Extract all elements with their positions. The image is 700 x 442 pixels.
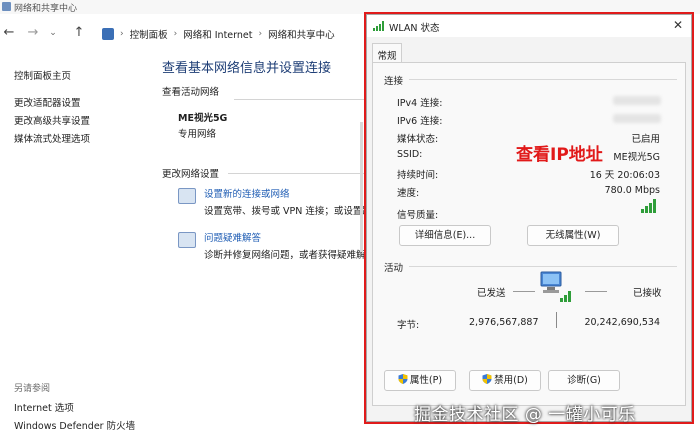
connection-group-label: 连接 xyxy=(384,76,404,87)
wireless-properties-button[interactable]: 无线属性(W) xyxy=(527,225,619,246)
breadcrumb-separator-icon[interactable]: › xyxy=(174,29,178,39)
new-connection-icon xyxy=(178,188,196,204)
sidebar-link-adapter-settings[interactable]: 更改适配器设置 xyxy=(14,95,81,109)
ssid-label: SSID: xyxy=(397,149,423,160)
new-connection-desc: 设置宽带、拨号或 VPN 连接；或设置路 xyxy=(204,206,372,217)
speed-value: 780.0 Mbps xyxy=(604,185,660,196)
admin-shield-icon xyxy=(398,374,408,384)
sidebar-link-control-panel-home[interactable]: 控制面板主页 xyxy=(14,68,71,82)
troubleshoot-desc: 诊断并修复网络问题，或者获得疑难解 xyxy=(204,250,366,261)
media-state-value: 已启用 xyxy=(631,134,660,145)
bytes-received-value: 20,242,690,534 xyxy=(584,317,660,328)
diagnose-button[interactable]: 诊断(G) xyxy=(548,370,620,391)
received-label: 已接收 xyxy=(633,288,662,299)
activity-group-label: 活动 xyxy=(384,263,404,274)
up-icon[interactable]: ↑ xyxy=(70,25,88,40)
network-name: ME视光5G xyxy=(178,113,228,124)
wifi-signal-icon xyxy=(373,21,384,31)
properties-button-label: 属性(P) xyxy=(409,375,443,386)
active-networks-label: 查看活动网络 xyxy=(162,87,220,98)
divider xyxy=(409,266,677,267)
duration-label: 持续时间: xyxy=(397,170,439,181)
control-panel-icon xyxy=(102,28,114,40)
sent-label: 已发送 xyxy=(477,288,506,299)
received-line xyxy=(585,291,607,292)
ssid-value: ME视光5G xyxy=(613,152,660,163)
scrollbar[interactable] xyxy=(360,122,363,252)
troubleshoot-link[interactable]: 问题疑难解答 xyxy=(204,230,261,244)
dialog-titlebar: WLAN 状态 ✕ xyxy=(367,15,691,37)
signal-bars-icon xyxy=(641,199,656,213)
disable-button-label: 禁用(D) xyxy=(494,375,528,386)
breadcrumb-item[interactable]: 网络和共享中心 xyxy=(268,27,335,41)
dialog-title: WLAN 状态 xyxy=(389,23,440,34)
details-button[interactable]: 详细信息(E)... xyxy=(399,225,491,246)
recent-locations-chevron-icon[interactable]: ⌄ xyxy=(44,28,62,38)
breadcrumb-separator-icon[interactable]: › xyxy=(258,29,262,39)
ipv6-label: IPv6 连接: xyxy=(397,116,443,127)
network-computer-icon xyxy=(540,271,571,302)
explorer-window-title: 网络和共享中心 xyxy=(14,4,78,14)
divider xyxy=(228,173,368,174)
bytes-sent-value: 2,976,567,887 xyxy=(469,317,539,328)
page-title: 查看基本网络信息并设置连接 xyxy=(162,61,332,76)
annotation-text: 查看IP地址 xyxy=(516,145,603,165)
signal-quality-label: 信号质量: xyxy=(397,210,439,221)
wlan-status-dialog: WLAN 状态 ✕ 常规 连接 IPv4 连接: IPv6 连接: 媒体状态: … xyxy=(366,14,692,422)
media-state-label: 媒体状态: xyxy=(397,134,439,145)
divider xyxy=(409,79,677,80)
bytes-label: 字节: xyxy=(397,320,420,331)
speed-label: 速度: xyxy=(397,188,420,199)
back-icon[interactable]: ← xyxy=(0,25,18,40)
sidebar-link-media-streaming[interactable]: 媒体流式处理选项 xyxy=(14,131,90,145)
bytes-separator xyxy=(556,312,557,328)
general-panel: 连接 IPv4 连接: IPv6 连接: 媒体状态: 已启用 SSID: ME视… xyxy=(372,62,686,406)
sidebar-link-advanced-sharing[interactable]: 更改高级共享设置 xyxy=(14,113,90,127)
ipv4-value-redacted xyxy=(613,96,661,105)
sidebar-link-internet-options[interactable]: Internet 选项 xyxy=(14,400,74,414)
network-center-icon xyxy=(2,2,11,11)
sidebar-link-defender-firewall[interactable]: Windows Defender 防火墙 xyxy=(14,418,135,432)
change-settings-label: 更改网络设置 xyxy=(162,169,220,180)
breadcrumb-separator-icon[interactable]: › xyxy=(120,29,124,39)
breadcrumb: › 控制面板 › 网络和 Internet › 网络和共享中心 xyxy=(102,27,335,41)
close-icon[interactable]: ✕ xyxy=(673,18,683,32)
sidebar: 控制面板主页 更改适配器设置 更改高级共享设置 媒体流式处理选项 另请参阅 In… xyxy=(0,48,150,442)
duration-value: 16 天 20:06:03 xyxy=(589,170,660,181)
properties-button[interactable]: 属性(P) xyxy=(384,370,456,391)
troubleshoot-icon xyxy=(178,232,196,248)
see-also-heading: 另请参阅 xyxy=(14,384,51,394)
breadcrumb-item[interactable]: 控制面板 xyxy=(130,27,168,41)
ipv6-value-redacted xyxy=(613,114,661,123)
new-connection-link[interactable]: 设置新的连接或网络 xyxy=(204,186,290,200)
admin-shield-icon xyxy=(482,374,492,384)
explorer-titlebar: 网络和共享中心 xyxy=(0,0,700,14)
ipv4-label: IPv4 连接: xyxy=(397,98,443,109)
sent-line xyxy=(513,291,535,292)
forward-icon[interactable]: → xyxy=(24,25,42,40)
network-type: 专用网络 xyxy=(178,129,217,140)
tab-general[interactable]: 常规 xyxy=(372,43,402,63)
breadcrumb-item[interactable]: 网络和 Internet xyxy=(183,27,252,41)
watermark: 掘金技术社区 @ 一罐小可乐 xyxy=(414,405,636,425)
disable-button[interactable]: 禁用(D) xyxy=(469,370,541,391)
